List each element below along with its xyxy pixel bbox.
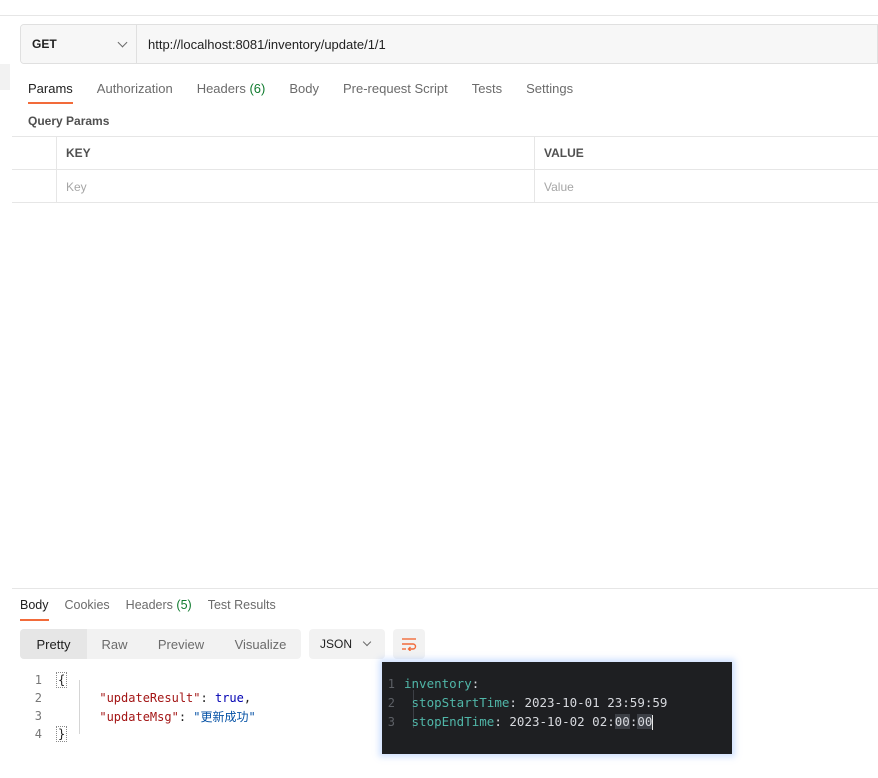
format-label: JSON: [320, 637, 353, 651]
close-brace: }: [56, 726, 68, 742]
param-value-input[interactable]: [544, 179, 845, 194]
response-tab-test-results[interactable]: Test Results: [208, 591, 276, 621]
line-number: 2: [34, 691, 42, 705]
yaml-key: stopStartTime: [411, 695, 510, 710]
selection-highlight: 00: [614, 713, 630, 729]
response-headers-count: (5): [176, 598, 192, 612]
tab-authorization[interactable]: Authorization: [97, 72, 173, 104]
response-tab-body[interactable]: Body: [20, 591, 49, 621]
code-line: 1 {: [20, 671, 256, 689]
code-line: 2 "updateResult": true,: [20, 689, 256, 707]
chevron-down-icon: [362, 637, 372, 647]
yaml-line: 2 stopStartTime: 2023-10-01 23:59:59: [382, 693, 732, 712]
chevron-down-icon: [117, 37, 128, 47]
yaml-key: inventory: [404, 676, 472, 691]
yaml-value: 2023-10-01 23:59:59: [524, 695, 668, 710]
query-params-table: KEY VALUE: [12, 136, 878, 203]
open-brace: {: [56, 672, 68, 688]
key-cell: [56, 170, 534, 203]
tab-settings[interactable]: Settings: [526, 72, 573, 104]
yaml-key: stopEndTime: [411, 713, 495, 729]
line-number: 3: [34, 709, 42, 723]
selection-highlight: 00: [637, 713, 653, 729]
tab-pre-request-script[interactable]: Pre-request Script: [343, 72, 448, 104]
response-tabs: Body Cookies Headers (5) Test Results: [20, 591, 292, 621]
json-value: true: [214, 691, 244, 705]
line-number: 2: [387, 695, 395, 710]
view-pretty-button[interactable]: Pretty: [20, 629, 87, 659]
view-raw-button[interactable]: Raw: [87, 629, 142, 659]
yaml-line: 1 inventory:: [382, 674, 732, 693]
url-input[interactable]: [137, 25, 877, 63]
line-number: 4: [34, 727, 42, 741]
tab-tests[interactable]: Tests: [472, 72, 502, 104]
response-divider[interactable]: [12, 588, 878, 589]
yaml-line: 3 stopEndTime: 2023-10-02 02:00:00: [382, 712, 732, 731]
value-column-header: VALUE: [534, 137, 878, 169]
response-tab-headers[interactable]: Headers (5): [126, 591, 192, 621]
format-select[interactable]: JSON: [309, 629, 385, 659]
view-preview-button[interactable]: Preview: [142, 629, 220, 659]
view-visualize-button[interactable]: Visualize: [220, 629, 301, 659]
line-number: 1: [34, 673, 42, 687]
json-value: "更新成功": [193, 709, 256, 724]
param-key-input[interactable]: [66, 179, 488, 194]
response-tab-cookies[interactable]: Cookies: [65, 591, 110, 621]
response-body-editor[interactable]: 1 { 2 "updateResult": true, 3 "updateMsg…: [20, 671, 256, 743]
checkbox-column: [12, 137, 56, 169]
query-params-title: Query Params: [28, 114, 110, 128]
json-key: "updateResult": [99, 691, 201, 705]
key-column-header: KEY: [56, 137, 534, 169]
line-number: 3: [387, 714, 395, 729]
code-line: 3 "updateMsg": "更新成功": [20, 707, 256, 725]
view-mode-group: Pretty Raw Preview Visualize: [20, 629, 301, 659]
wrap-lines-icon: [402, 638, 417, 651]
sidebar-edge: [0, 64, 10, 90]
yaml-snippet-overlay[interactable]: 1 inventory: 2 stopStartTime: 2023-10-01…: [382, 662, 732, 754]
line-number: 1: [387, 676, 395, 691]
method-select[interactable]: GET: [21, 25, 137, 63]
top-strip: [0, 0, 878, 16]
method-label: GET: [32, 37, 57, 51]
tab-headers[interactable]: Headers (6): [197, 72, 266, 104]
row-checkbox-cell: [12, 170, 56, 203]
table-header-row: KEY VALUE: [12, 137, 878, 170]
tab-body[interactable]: Body: [289, 72, 319, 104]
yaml-value: 2023-10-02 02:: [509, 713, 615, 729]
headers-count: (6): [249, 81, 266, 96]
request-tabs: Params Authorization Headers (6) Body Pr…: [28, 72, 597, 104]
tab-params[interactable]: Params: [28, 72, 73, 104]
table-row: [12, 170, 878, 203]
url-bar: GET: [20, 24, 878, 64]
wrap-lines-button[interactable]: [393, 629, 425, 659]
json-comma: ,: [243, 691, 252, 705]
text-caret: [652, 714, 654, 730]
json-key: "updateMsg": [99, 709, 179, 724]
code-line: 4 }: [20, 725, 256, 743]
value-cell: [534, 170, 878, 203]
